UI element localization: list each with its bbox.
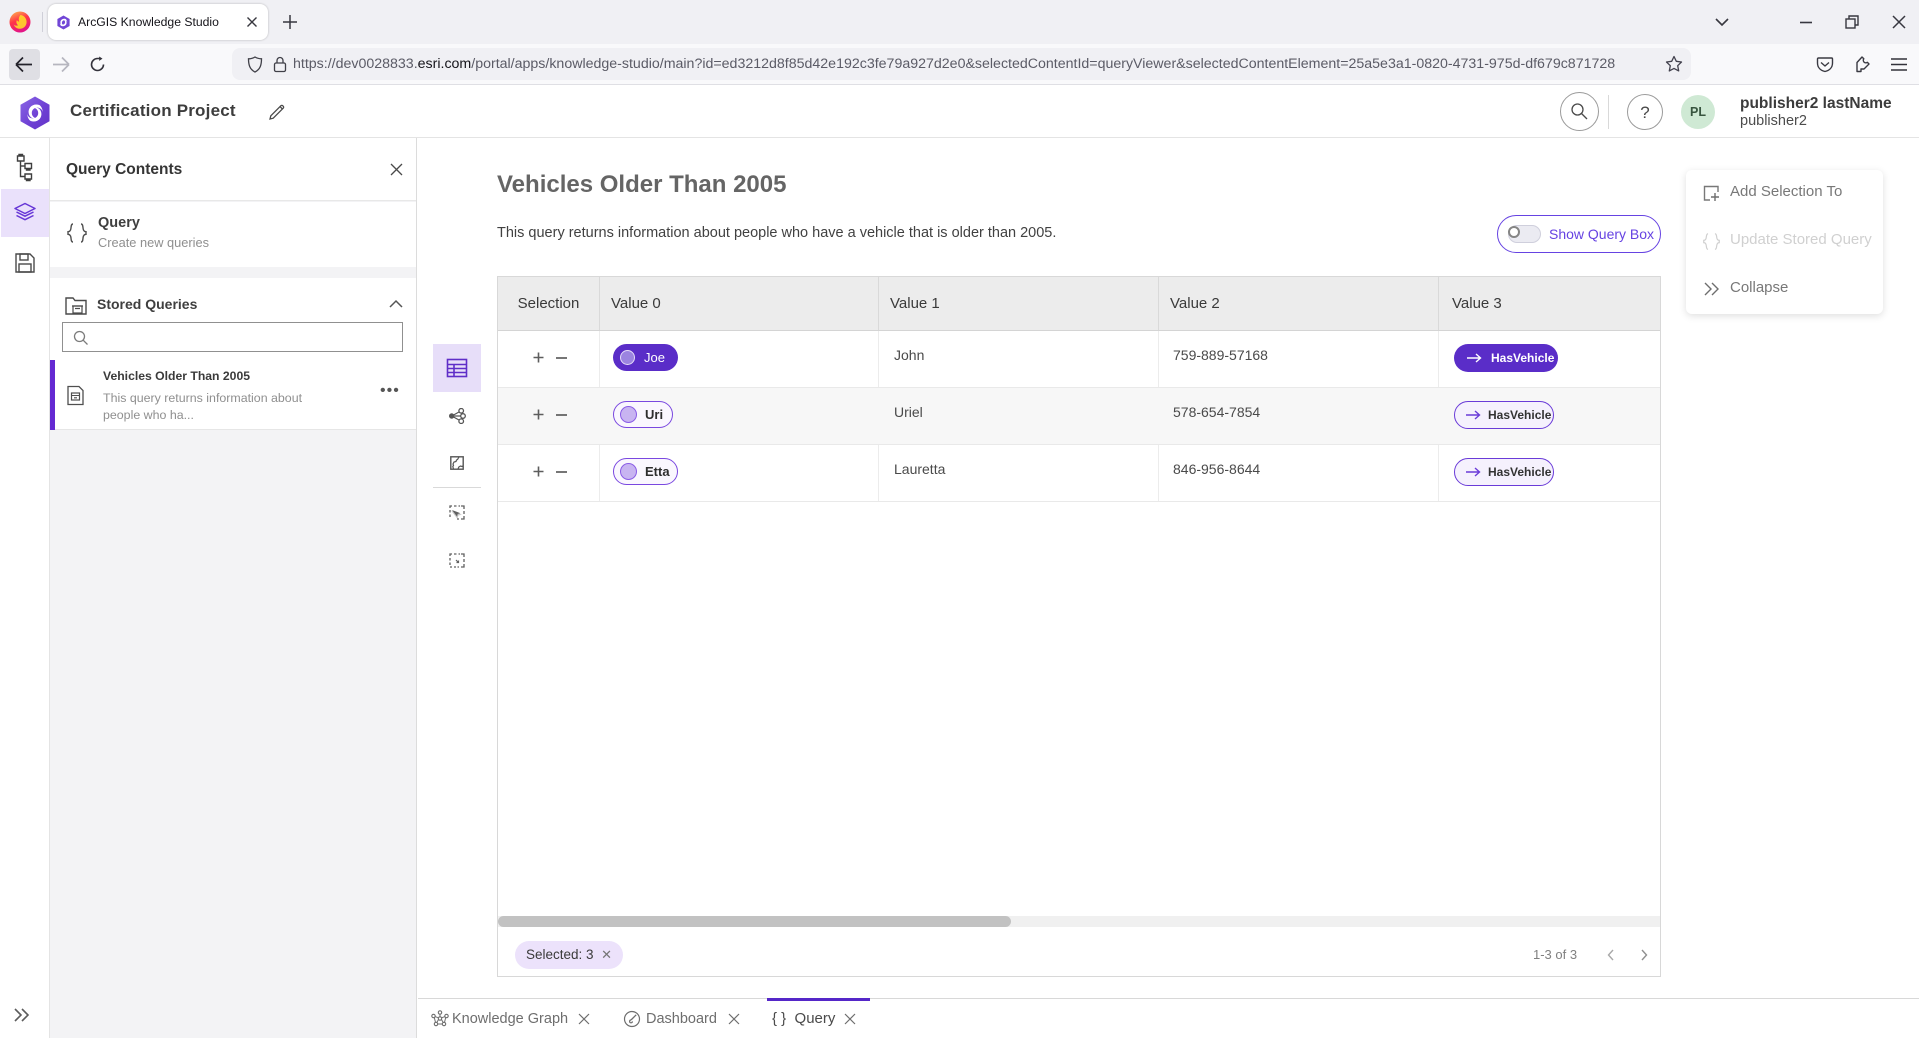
svg-text:?: ? — [1640, 103, 1649, 122]
